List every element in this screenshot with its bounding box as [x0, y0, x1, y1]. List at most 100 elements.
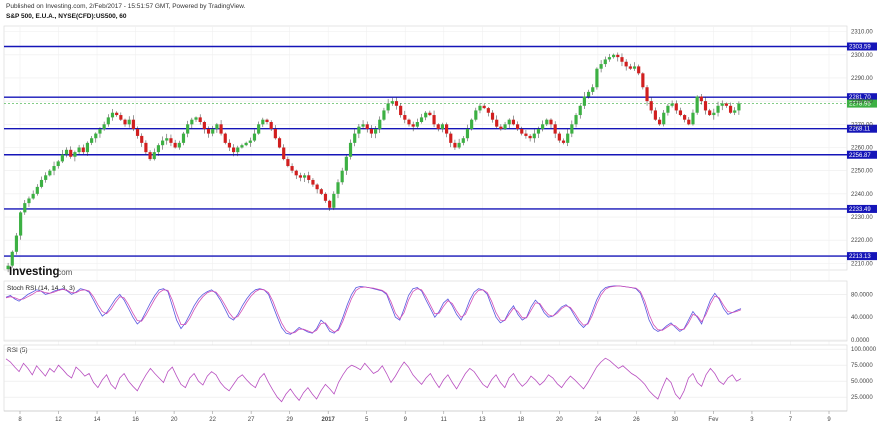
- candle-body: [240, 145, 244, 148]
- candle-body: [169, 138, 173, 143]
- candle-body: [582, 96, 586, 106]
- candle-body: [357, 126, 361, 134]
- candle-body: [566, 133, 570, 143]
- candle-body: [591, 87, 595, 92]
- price-chart[interactable]: 2303.592281.702268.112256.872233.492213.…: [0, 0, 880, 425]
- rsi-panel: [3, 344, 848, 412]
- logo-suffix: .com: [55, 268, 73, 277]
- candle-body: [737, 103, 741, 111]
- candle-body: [286, 159, 290, 167]
- candle-body: [265, 119, 269, 123]
- price-tick-label: 2230.00: [851, 215, 873, 221]
- candle-body: [549, 119, 553, 125]
- candle-body: [236, 147, 240, 153]
- candle-body: [27, 198, 31, 204]
- candle-body: [440, 124, 444, 129]
- candle-body: [64, 149, 69, 155]
- candle-body: [624, 61, 628, 67]
- candle-body: [453, 142, 457, 148]
- candle-body: [708, 110, 712, 116]
- candle-body: [687, 119, 691, 125]
- candle-body: [666, 105, 670, 113]
- candle-body: [449, 133, 453, 143]
- candle-body: [144, 142, 148, 153]
- candle-body: [123, 119, 127, 125]
- price-tick-label: 2300.00: [851, 53, 873, 59]
- price-tick-label: 2210.00: [851, 261, 873, 267]
- candle-body: [90, 138, 94, 143]
- candle-body: [670, 103, 674, 106]
- logo-brand: Investing: [9, 266, 59, 278]
- candle-body: [294, 170, 298, 176]
- candle-body: [315, 184, 319, 190]
- candle-body: [574, 115, 578, 125]
- candle-body: [674, 103, 678, 111]
- time-tick-label: 27: [248, 417, 255, 423]
- candle-body: [227, 142, 232, 148]
- candle-body: [394, 101, 399, 106]
- candle-body: [140, 135, 144, 143]
- osc-tick-label: 50.0000: [851, 379, 873, 385]
- candle-body: [186, 124, 190, 134]
- candle-body: [206, 128, 211, 134]
- candle-body: [490, 112, 495, 120]
- price-tick-label: 2280.00: [851, 99, 873, 105]
- candle-body: [478, 105, 482, 111]
- candle-body: [545, 119, 549, 125]
- candle-body: [290, 166, 294, 171]
- time-tick-label: 7: [789, 417, 793, 423]
- time-tick-label: 16: [132, 417, 139, 423]
- candle-body: [595, 68, 599, 88]
- time-tick-label: 14: [94, 417, 101, 423]
- candle-body: [645, 87, 649, 102]
- candle-body: [98, 128, 102, 134]
- candle-body: [190, 119, 194, 125]
- candle-body: [520, 128, 524, 134]
- time-tick-label: 13: [479, 417, 486, 423]
- candle-body: [570, 124, 574, 134]
- candle-body: [553, 124, 557, 134]
- candle-body: [39, 179, 44, 187]
- time-tick-label: 18: [517, 417, 524, 423]
- candle-body: [277, 138, 282, 148]
- candle-body: [557, 133, 561, 141]
- candle-body: [457, 142, 461, 148]
- osc-tick-label: 40.0000: [851, 315, 873, 321]
- candle-body: [482, 105, 486, 109]
- candle-body: [507, 119, 511, 125]
- candle-body: [102, 124, 106, 129]
- osc-tick-label: 75.0000: [851, 363, 873, 369]
- candle-body: [386, 103, 390, 111]
- candle-body: [599, 64, 603, 69]
- candle-body: [106, 117, 110, 125]
- candle-body: [649, 101, 653, 111]
- candle-body: [612, 54, 616, 58]
- candle-body: [348, 142, 353, 157]
- time-tick-label: 5: [365, 417, 369, 423]
- candle-body: [415, 122, 419, 127]
- time-tick-label: 20: [171, 417, 178, 423]
- candle-body: [444, 124, 449, 134]
- candle-body: [165, 138, 169, 141]
- candle-body: [248, 140, 252, 143]
- time-tick-label: 9: [404, 417, 408, 423]
- candle-body: [724, 103, 728, 106]
- candle-body: [399, 105, 403, 116]
- candle-body: [48, 170, 52, 176]
- price-tick-label: 2250.00: [851, 169, 873, 175]
- time-tick-label: 8: [18, 417, 22, 423]
- price-axis: 2210.00 2220.00 2230.00 2240.00 2250.00 2260.…: [851, 30, 873, 268]
- candle-body: [699, 96, 703, 102]
- candle-body: [695, 96, 699, 113]
- candle-body: [528, 135, 532, 139]
- candle-body: [332, 193, 336, 208]
- candle-body: [361, 124, 365, 127]
- candle-body: [691, 112, 695, 125]
- time-tick-label: 29: [286, 417, 293, 423]
- candle-body: [503, 124, 507, 129]
- price-tick-label: 2290.00: [851, 76, 873, 82]
- candle-body: [31, 193, 35, 199]
- stoch-panel: [3, 280, 848, 342]
- candle-body: [161, 140, 165, 146]
- candle-body: [336, 182, 340, 194]
